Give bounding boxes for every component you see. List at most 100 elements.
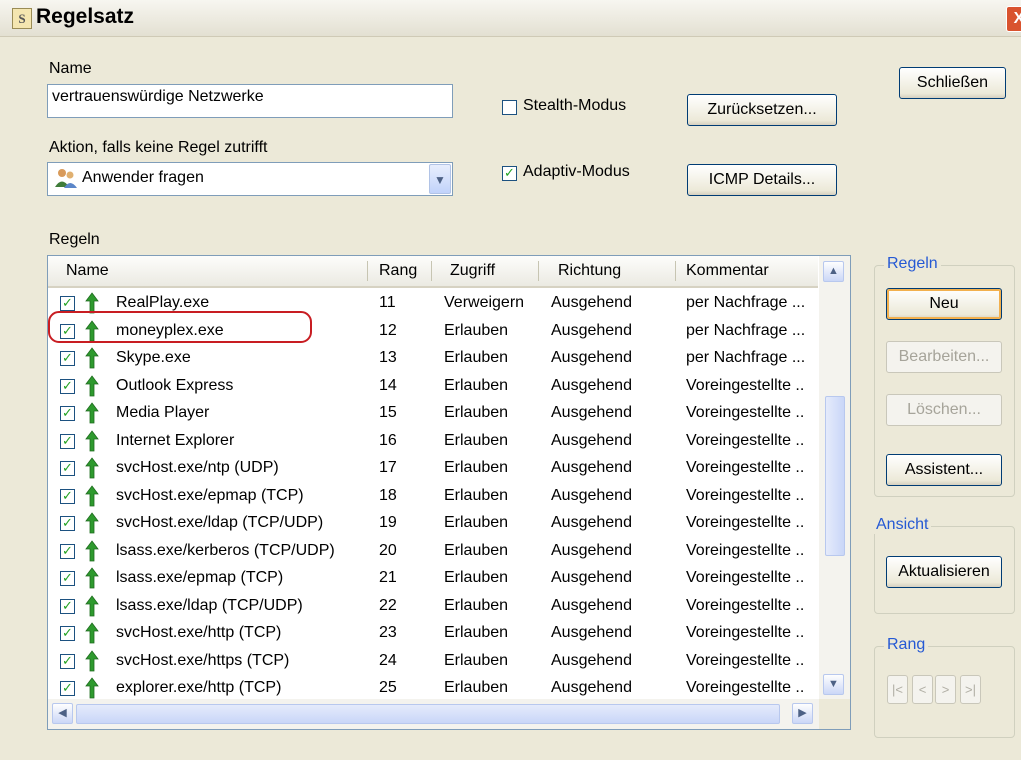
- chevron-down-icon[interactable]: ▼: [429, 164, 451, 194]
- icmp-details-button[interactable]: ICMP Details...: [687, 164, 837, 196]
- rule-comment: Voreingestellte ..: [686, 651, 805, 669]
- rule-rank: 18: [379, 486, 397, 504]
- stealth-mode-checkbox[interactable]: [502, 100, 517, 115]
- rule-name: Internet Explorer: [116, 431, 235, 449]
- rule-enabled-checkbox[interactable]: ✓: [60, 433, 75, 449]
- scroll-right-button[interactable]: ▶: [792, 703, 813, 724]
- rank-next-button[interactable]: >: [935, 675, 956, 704]
- new-rule-button[interactable]: Neu: [886, 288, 1002, 320]
- column-divider[interactable]: [431, 261, 432, 281]
- column-header-direction[interactable]: Richtung: [558, 256, 621, 286]
- horizontal-scroll-thumb[interactable]: [76, 704, 780, 724]
- rule-enabled-checkbox[interactable]: ✓: [60, 406, 75, 421]
- rule-comment: per Nachfrage ...: [686, 321, 806, 339]
- rule-comment: Voreingestellte ..: [686, 376, 805, 394]
- scroll-thumb[interactable]: [825, 396, 845, 556]
- rule-direction: Ausgehend: [551, 624, 632, 641]
- rule-enabled-checkbox[interactable]: ✓: [60, 653, 75, 669]
- close-button[interactable]: Schließen: [899, 67, 1006, 99]
- rule-rank: 19: [379, 514, 397, 531]
- rule-name: svcHost.exe/http (TCP): [116, 624, 282, 641]
- rule-access: Erlauben: [444, 404, 509, 421]
- rule-direction: Ausgehend: [551, 294, 632, 311]
- rule-direction: Ausgehend: [551, 321, 632, 339]
- column-divider[interactable]: [367, 261, 368, 281]
- rule-row[interactable]: ✓ Internet Explorer 16 Erlauben Ausgehend Vor…: [48, 428, 818, 456]
- rule-row[interactable]: ✓ svcHost.exe/ntp (UDP) 17 Erlauben Ausgehen…: [48, 455, 818, 483]
- rule-enabled-checkbox[interactable]: ✓: [60, 296, 75, 311]
- rule-access: Erlauben: [444, 514, 509, 531]
- adaptive-mode-checkbox[interactable]: ✓: [502, 166, 517, 181]
- rule-row[interactable]: ✓ Media Player 15 Erlauben Ausgehend Voreinge…: [48, 400, 818, 428]
- rule-enabled-checkbox[interactable]: ✓: [60, 598, 75, 614]
- rule-access: Erlauben: [444, 321, 509, 339]
- green-arrow-icon: [85, 539, 99, 567]
- rank-prev-button[interactable]: <: [912, 675, 933, 704]
- horizontal-scrollbar[interactable]: ◀ ▶: [48, 699, 819, 729]
- rule-enabled-checkbox[interactable]: ✓: [60, 543, 75, 559]
- green-arrow-icon: [85, 512, 99, 539]
- rule-row[interactable]: ✓ svcHost.exe/http (TCP) 23 Erlauben Ausgehe…: [48, 620, 818, 648]
- rule-set-dialog: S Regelsatz X Name vertrauenswürdige Net…: [0, 0, 1021, 760]
- rule-row[interactable]: ✓ svcHost.exe/epmap (TCP) 18 Erlauben Ausgeh…: [48, 483, 818, 511]
- rule-direction: Ausgehend: [551, 404, 632, 421]
- rule-access: Erlauben: [444, 651, 509, 669]
- rule-row[interactable]: ✓ lsass.exe/kerberos (TCP/UDP) 20 Erlauben A…: [48, 538, 818, 566]
- action-select-value: Anwender fragen: [82, 169, 204, 186]
- title-bar[interactable]: S Regelsatz X: [0, 0, 1021, 37]
- rule-access: Erlauben: [444, 624, 509, 641]
- scroll-down-button[interactable]: ▼: [823, 674, 844, 695]
- rule-direction: Ausgehend: [551, 541, 632, 559]
- rank-last-button[interactable]: >|: [960, 675, 981, 704]
- rule-name: Outlook Express: [116, 376, 234, 394]
- column-divider[interactable]: [675, 261, 676, 281]
- rule-direction: Ausgehend: [551, 651, 632, 669]
- rule-comment: Voreingestellte ..: [686, 514, 805, 531]
- action-select[interactable]: Anwender fragen ▼: [47, 162, 453, 196]
- column-header-name[interactable]: Name: [66, 256, 109, 286]
- column-header-access[interactable]: Zugriff: [450, 256, 495, 286]
- rule-row[interactable]: ✓ svcHost.exe/ldap (TCP/UDP) 19 Erlauben Aus…: [48, 510, 818, 538]
- rule-row[interactable]: ✓ lsass.exe/epmap (TCP) 21 Erlauben Ausgehen…: [48, 565, 818, 593]
- refresh-button[interactable]: Aktualisieren: [886, 556, 1002, 588]
- rule-row[interactable]: ✓ lsass.exe/ldap (TCP/UDP) 22 Erlauben Ausge…: [48, 593, 818, 621]
- column-header-comment[interactable]: Kommentar: [686, 256, 769, 286]
- rule-enabled-checkbox[interactable]: ✓: [60, 626, 75, 641]
- scroll-up-button[interactable]: ▲: [823, 261, 844, 282]
- rule-name: svcHost.exe/ldap (TCP/UDP): [116, 514, 324, 531]
- rule-name: Media Player: [116, 404, 210, 421]
- rule-row[interactable]: ✓ Outlook Express 14 Erlauben Ausgehend Vorei…: [48, 373, 818, 401]
- rule-enabled-checkbox[interactable]: ✓: [60, 571, 75, 586]
- reset-button[interactable]: Zurücksetzen...: [687, 94, 837, 126]
- rule-comment: Voreingestellte ..: [686, 404, 805, 421]
- rule-name: Skype.exe: [116, 349, 191, 366]
- scrollbar-corner: [819, 699, 850, 729]
- rule-row[interactable]: ✓ Skype.exe 13 Erlauben Ausgehend per Nachfra…: [48, 345, 818, 373]
- rule-name: lsass.exe/ldap (TCP/UDP): [116, 596, 303, 614]
- rule-enabled-checkbox[interactable]: ✓: [60, 378, 75, 394]
- rule-rank: 12: [379, 321, 397, 339]
- rule-enabled-checkbox[interactable]: ✓: [60, 681, 75, 696]
- close-window-button[interactable]: X: [1006, 6, 1021, 32]
- vertical-scrollbar[interactable]: ▲ ▼: [819, 256, 850, 699]
- wizard-button[interactable]: Assistent...: [886, 454, 1002, 486]
- rule-comment: Voreingestellte ..: [686, 431, 805, 449]
- rule-direction: Ausgehend: [551, 486, 632, 504]
- edit-rule-button[interactable]: Bearbeiten...: [886, 341, 1002, 373]
- rule-enabled-checkbox[interactable]: ✓: [60, 488, 75, 504]
- scroll-left-button[interactable]: ◀: [52, 703, 73, 724]
- view-group-title: Ansicht: [873, 516, 932, 534]
- rule-enabled-checkbox[interactable]: ✓: [60, 351, 75, 366]
- rank-first-button[interactable]: |<: [887, 675, 908, 704]
- rules-list-header: Name Rang Zugriff Richtung Kommentar: [48, 256, 818, 288]
- delete-rule-button[interactable]: Löschen...: [886, 394, 1002, 426]
- rule-access: Erlauben: [444, 486, 509, 504]
- window-title: Regelsatz: [36, 5, 135, 28]
- column-divider[interactable]: [538, 261, 539, 281]
- name-input[interactable]: vertrauenswürdige Netzwerke: [47, 84, 453, 118]
- rule-enabled-checkbox[interactable]: ✓: [60, 516, 75, 531]
- rule-row[interactable]: ✓ svcHost.exe/https (TCP) 24 Erlauben Ausgeh…: [48, 648, 818, 676]
- rule-rank: 22: [379, 596, 397, 614]
- rule-enabled-checkbox[interactable]: ✓: [60, 461, 75, 476]
- column-header-rank[interactable]: Rang: [379, 256, 417, 286]
